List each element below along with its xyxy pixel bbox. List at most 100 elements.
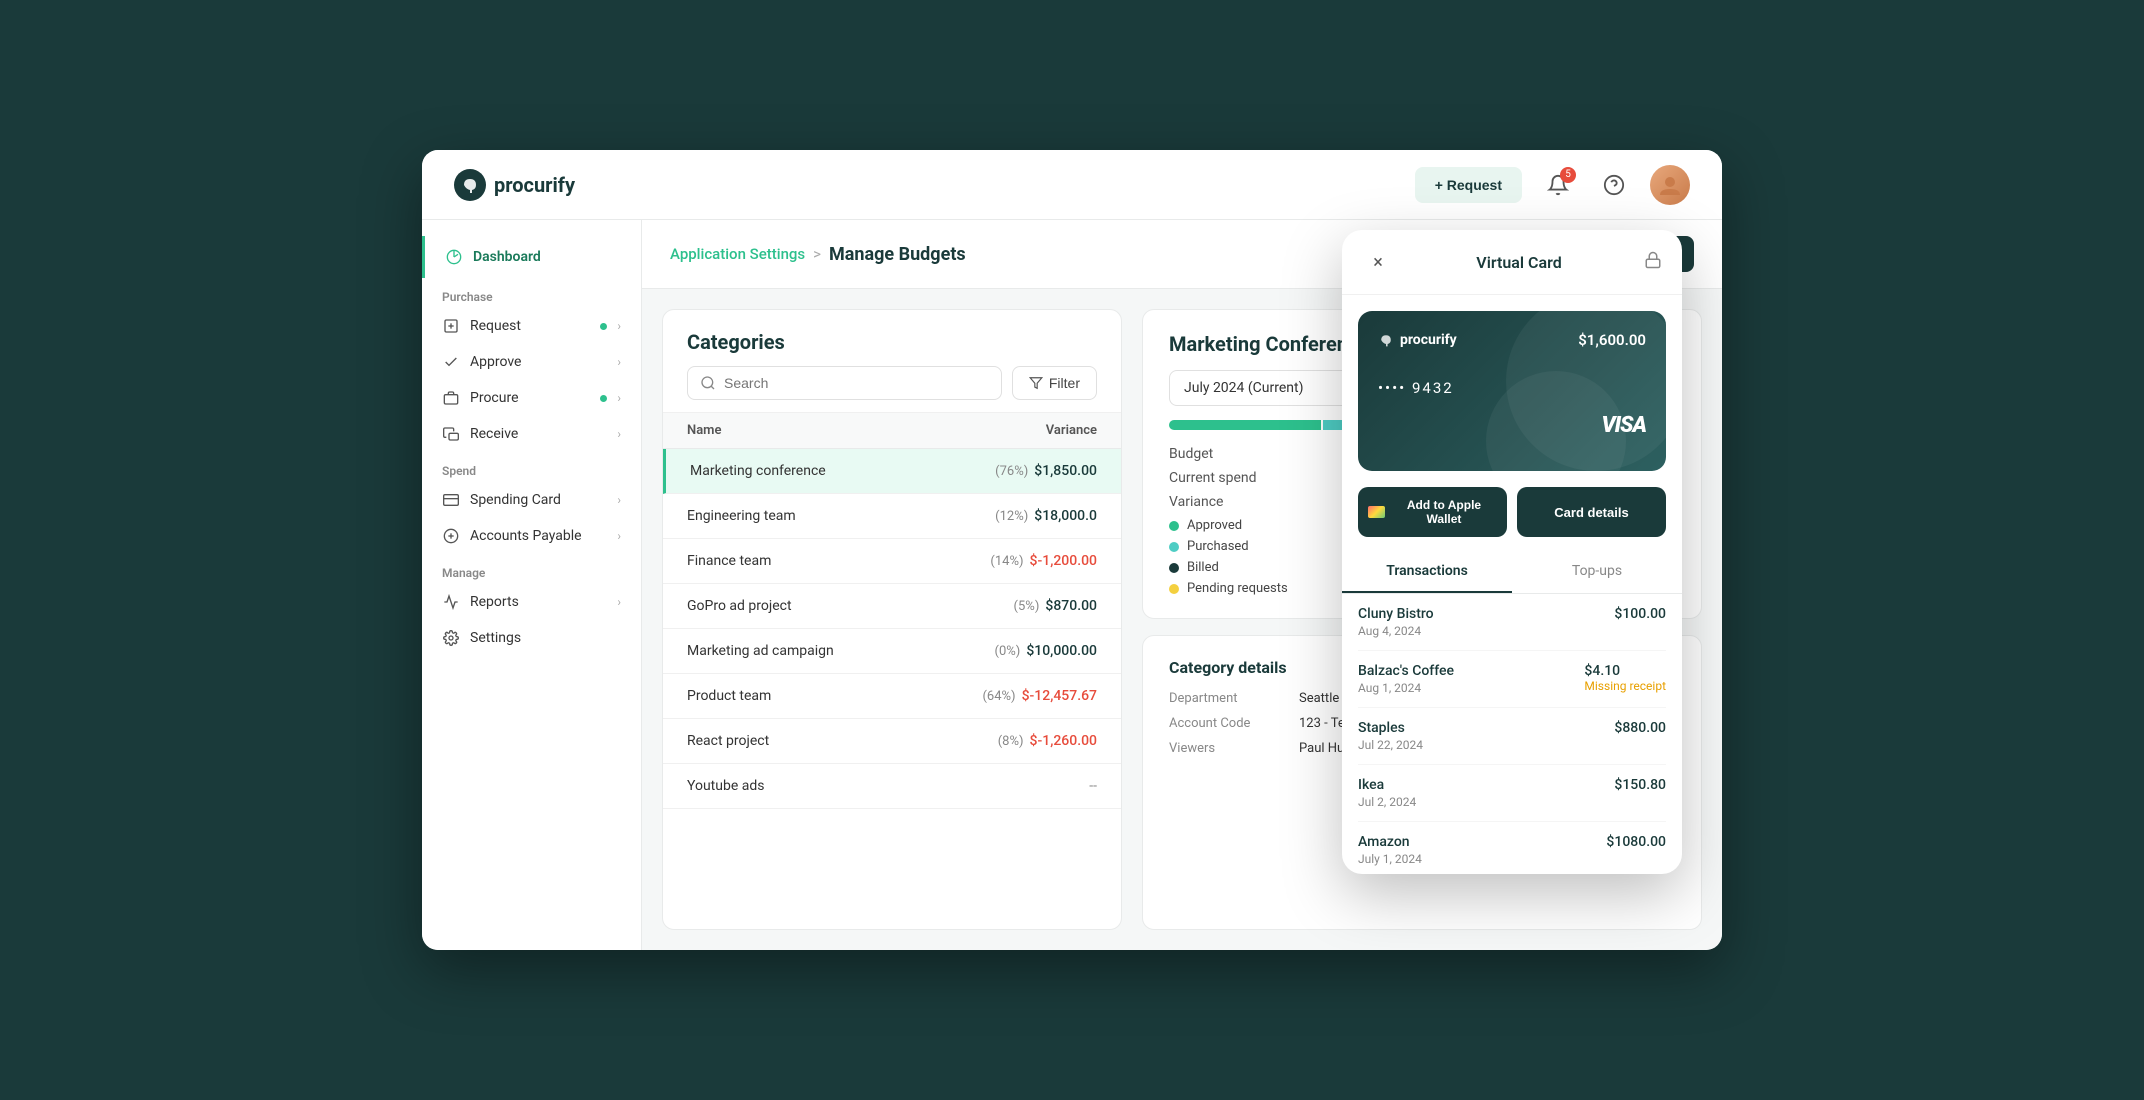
filter-label: Filter (1049, 375, 1080, 391)
approve-icon (442, 353, 460, 371)
category-row[interactable]: Marketing conference(76%) $1,850.00 (663, 449, 1121, 494)
virtual-card-overlay: × Virtual Card procur (1342, 230, 1682, 874)
category-name: Engineering team (687, 508, 995, 524)
search-input[interactable] (724, 375, 989, 391)
category-name: Marketing conference (690, 463, 995, 479)
sidebar-section-spend: Spend (422, 452, 641, 482)
procure-dot (600, 395, 607, 402)
procure-icon (442, 389, 460, 407)
accounts-payable-icon (442, 527, 460, 545)
txn-amount-col: $1080.00 (1606, 834, 1666, 850)
account-code-label: Account Code (1169, 716, 1279, 731)
month-label: July 2024 (Current) (1184, 380, 1303, 396)
category-name: Finance team (687, 553, 990, 569)
sidebar-item-receive[interactable]: Receive › (422, 416, 641, 452)
txn-merchant: Balzac's Coffee (1358, 663, 1454, 679)
vc-transactions: Cluny BistroAug 4, 2024 $100.00 Balzac's C… (1342, 594, 1682, 874)
category-row[interactable]: Engineering team(12%) $18,000.0 (663, 494, 1121, 539)
txn-amount-col: $150.80 (1614, 777, 1666, 793)
page-title: Manage Budgets (829, 244, 966, 265)
add-to-wallet-button[interactable]: Add to Apple Wallet (1358, 487, 1507, 537)
sidebar-reports-label: Reports (470, 594, 607, 610)
settings-icon (442, 629, 460, 647)
sidebar-item-spending-card[interactable]: Spending Card › (422, 482, 641, 518)
transaction-row[interactable]: Balzac's CoffeeAug 1, 2024$4.10Missing r… (1358, 651, 1666, 708)
breadcrumb-link[interactable]: Application Settings (670, 245, 805, 263)
tab-top-ups[interactable]: Top-ups (1512, 551, 1682, 593)
request-button[interactable]: + Request (1415, 167, 1522, 203)
txn-amount: $1080.00 (1606, 834, 1666, 850)
category-name: Product team (687, 688, 982, 704)
txn-date: Aug 4, 2024 (1358, 624, 1434, 638)
sidebar-item-dashboard[interactable]: Dashboard (422, 236, 641, 278)
billed-label: Billed (1187, 560, 1219, 575)
category-variance: (76%) $1,850.00 (995, 463, 1097, 479)
category-name: Youtube ads (687, 778, 1089, 794)
help-button[interactable] (1594, 165, 1634, 205)
user-avatar[interactable] (1650, 165, 1690, 205)
sidebar-settings-label: Settings (470, 630, 621, 646)
pending-dot (1169, 584, 1179, 594)
category-row[interactable]: Finance team(14%) $-1,200.00 (663, 539, 1121, 584)
sidebar-dashboard-label: Dashboard (473, 249, 621, 265)
category-row[interactable]: React project(8%) $-1,260.00 (663, 719, 1121, 764)
app-name: procurify (494, 173, 575, 197)
vc-close-button[interactable]: × (1362, 246, 1394, 278)
search-box (687, 366, 1002, 400)
billed-dot (1169, 563, 1179, 573)
sidebar-request-label: Request (470, 318, 590, 334)
tab-transactions[interactable]: Transactions (1342, 551, 1512, 593)
breadcrumb: Application Settings > Manage Budgets (670, 244, 966, 265)
pb-approved (1169, 420, 1321, 430)
notifications-button[interactable]: 5 (1538, 165, 1578, 205)
transaction-row[interactable]: Cluny BistroAug 4, 2024 $100.00 (1358, 594, 1666, 651)
apple-wallet-icon (1368, 506, 1385, 518)
filter-button[interactable]: Filter (1012, 366, 1097, 400)
sidebar-approve-label: Approve (470, 354, 607, 370)
txn-date: July 1, 2024 (1358, 852, 1422, 866)
category-name: Marketing ad campaign (687, 643, 995, 659)
txn-warning: Missing receipt (1584, 679, 1666, 693)
txn-date: Jul 2, 2024 (1358, 795, 1416, 809)
sidebar-item-approve[interactable]: Approve › (422, 344, 641, 380)
category-variance: (12%) $18,000.0 (995, 508, 1097, 524)
transaction-row[interactable]: AmazonJuly 1, 2024 $1080.00 (1358, 822, 1666, 874)
sidebar-item-reports[interactable]: Reports › (422, 584, 641, 620)
card-logo-icon (1378, 332, 1394, 348)
sidebar-receive-label: Receive (470, 426, 607, 442)
vc-header: × Virtual Card (1342, 230, 1682, 295)
txn-info: IkeaJul 2, 2024 (1358, 777, 1416, 809)
receive-icon (442, 425, 460, 443)
category-row[interactable]: GoPro ad project(5%) $870.00 (663, 584, 1121, 629)
sidebar-section-manage: Manage (422, 554, 641, 584)
sidebar-item-settings[interactable]: Settings (422, 620, 641, 656)
category-variance: (0%) $10,000.00 (995, 643, 1098, 659)
receive-chevron: › (617, 427, 621, 441)
sidebar-item-request[interactable]: Request › (422, 308, 641, 344)
category-row[interactable]: Youtube ads-- (663, 764, 1121, 809)
vc-action-row: Add to Apple Wallet Card details (1342, 487, 1682, 551)
sidebar-item-accounts-payable[interactable]: Accounts Payable › (422, 518, 641, 554)
purchased-label: Purchased (1187, 539, 1249, 554)
col-name: Name (687, 423, 1046, 438)
request-icon (442, 317, 460, 335)
category-row[interactable]: Product team(64%) $-12,457.67 (663, 674, 1121, 719)
accounts-payable-chevron: › (617, 529, 621, 543)
txn-info: Cluny BistroAug 4, 2024 (1358, 606, 1434, 638)
table-header: Name Variance (663, 413, 1121, 449)
category-row[interactable]: Marketing ad campaign(0%) $10,000.00 (663, 629, 1121, 674)
sidebar-item-procure[interactable]: Procure › (422, 380, 641, 416)
category-variance: (8%) $-1,260.00 (998, 733, 1097, 749)
spending-card-chevron: › (617, 493, 621, 507)
txn-amount-col: $880.00 (1614, 720, 1666, 736)
txn-info: AmazonJuly 1, 2024 (1358, 834, 1422, 866)
card-details-button[interactable]: Card details (1517, 487, 1666, 537)
search-filter-row: Filter (687, 366, 1097, 400)
txn-amount-col: $100.00 (1614, 606, 1666, 622)
transaction-row[interactable]: StaplesJul 22, 2024$880.00 (1358, 708, 1666, 765)
category-variance: -- (1089, 778, 1097, 794)
request-chevron: › (617, 319, 621, 333)
category-variance: (14%) $-1,200.00 (990, 553, 1097, 569)
top-nav: procurify + Request 5 (422, 150, 1722, 220)
transaction-row[interactable]: IkeaJul 2, 2024 $150.80 (1358, 765, 1666, 822)
